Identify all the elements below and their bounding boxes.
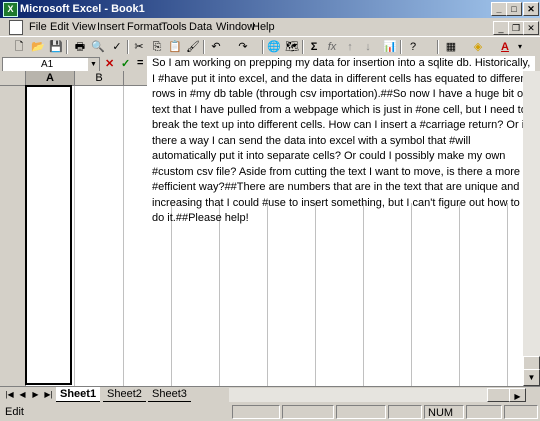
name-box-value: A1 [41,59,54,70]
sort-descending-icon[interactable]: ↓ [360,39,376,55]
menu-edit[interactable]: Edit [50,21,69,33]
office-assistant-icon[interactable]: ? [405,39,421,55]
status-panel [466,405,502,419]
horizontal-scrollbar[interactable]: ▶ [229,388,526,402]
menu-file[interactable]: File [29,21,47,33]
redo-icon[interactable]: ↷ [235,39,251,55]
scroll-thumb[interactable] [523,356,540,370]
title-bar: X Microsoft Excel - Book1 _ □ ✕ [0,0,540,18]
select-all-corner[interactable] [0,71,26,86]
edit-formula-button[interactable]: = [137,57,143,69]
window-title: Microsoft Excel - Book1 [20,3,145,15]
spelling-icon[interactable]: ✓ [109,39,125,55]
print-icon[interactable]: 🖶 [72,39,88,55]
excel-app-icon: X [3,2,18,17]
hyperlink-icon[interactable]: 🌐 [266,39,282,55]
cancel-entry-button[interactable]: ✕ [105,57,114,70]
scroll-down-icon[interactable]: ▼ [523,369,540,386]
column-header-a[interactable]: A [26,71,75,86]
enter-button[interactable]: ✓ [121,57,130,70]
new-icon[interactable]: 🗋 [11,39,27,55]
web-toolbar-icon[interactable]: 🗺 [284,39,300,55]
name-box[interactable]: A1 ▼ [2,57,100,72]
horizontal-scroll-thumb[interactable] [487,388,511,402]
name-box-dropdown-icon[interactable]: ▼ [88,58,99,71]
status-bar: Edit NUM [0,403,540,421]
tab-sheet1[interactable]: Sheet1 [56,387,101,402]
menu-tools[interactable]: Tools [161,21,187,33]
column-header-b[interactable]: B [75,71,124,86]
menu-format[interactable]: Format [127,21,162,33]
workbook-icon[interactable] [9,20,23,35]
cell-text-content: So I am working on prepping my data for … [147,56,535,224]
prev-sheet-icon[interactable]: ◀ [17,389,28,401]
status-panel [504,405,538,419]
fill-color-icon[interactable]: ◈ [470,39,486,55]
doc-close-button[interactable]: ✕ [523,21,539,35]
menu-data[interactable]: Data [189,21,212,33]
status-num-lock: NUM [424,405,464,419]
menu-window[interactable]: Window [216,21,255,33]
menu-insert[interactable]: Insert [97,21,125,33]
status-panel [282,405,334,419]
minimize-button[interactable]: _ [491,2,507,16]
status-panel [336,405,386,419]
menu-bar: File Edit View Insert Format Tools Data … [0,18,540,36]
menu-view[interactable]: View [72,21,96,33]
maximize-button[interactable]: □ [506,2,522,16]
function-icon[interactable]: fx [324,39,340,55]
column-header[interactable] [124,71,148,86]
save-icon[interactable]: 💾 [48,39,64,55]
print-preview-icon[interactable]: 🔍 [90,39,106,55]
font-color-icon[interactable]: A [497,39,513,55]
open-icon[interactable]: 📂 [30,39,46,55]
format-painter-icon[interactable]: 🖌 [185,39,201,55]
last-sheet-icon[interactable]: ▶| [43,389,54,401]
autosum-icon[interactable]: Σ [306,39,322,55]
tab-sheet3[interactable]: Sheet3 [148,387,191,402]
status-panel [388,405,422,419]
close-button[interactable]: ✕ [523,2,539,16]
chart-wizard-icon[interactable]: 📊 [382,39,398,55]
row-headers[interactable] [0,86,26,386]
sheet-tab-bar: |◀ ◀ ▶ ▶| Sheet1 Sheet2 Sheet3 ▶ [0,386,540,403]
doc-minimize-button[interactable]: _ [493,21,509,35]
vertical-scrollbar[interactable]: ▼ [523,71,540,386]
menu-help[interactable]: Help [252,21,275,33]
first-sheet-icon[interactable]: |◀ [4,389,15,401]
status-panel [232,405,280,419]
next-sheet-icon[interactable]: ▶ [30,389,41,401]
doc-restore-button[interactable]: ❐ [508,21,524,35]
copy-icon[interactable]: ⎘ [149,39,165,55]
tab-sheet2[interactable]: Sheet2 [103,387,146,402]
sort-ascending-icon[interactable]: ↑ [342,39,358,55]
paste-icon[interactable]: 📋 [167,39,183,55]
status-mode: Edit [5,406,24,418]
borders-icon[interactable]: ▦ [443,39,459,55]
font-color-dropdown-icon[interactable]: ▾ [512,39,528,55]
scroll-right-icon[interactable]: ▶ [509,388,526,402]
standard-toolbar: 🗋 📂 💾 🖶 🔍 ✓ ✂ ⎘ 📋 🖌 ↶ ↷ 🌐 🗺 Σ fx ↑ ↓ 📊 ?… [0,36,540,58]
undo-icon[interactable]: ↶ [208,39,224,55]
cut-icon[interactable]: ✂ [131,39,147,55]
active-cell-a1[interactable] [25,85,72,385]
